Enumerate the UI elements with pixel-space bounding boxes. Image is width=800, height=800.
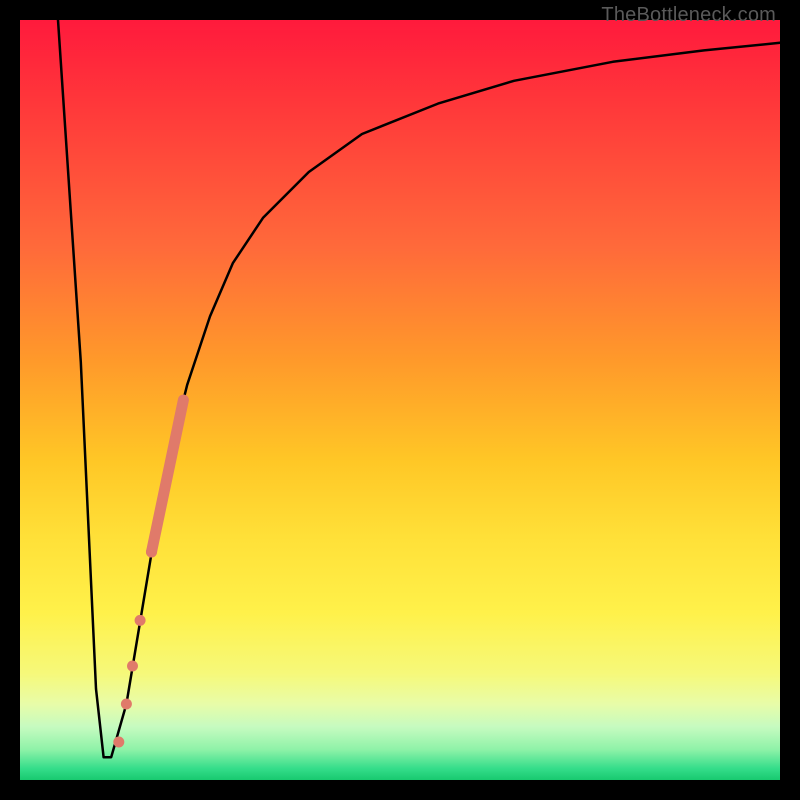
- highlight-dot: [113, 737, 124, 748]
- highlight-dot: [135, 615, 146, 626]
- watermark-text: TheBottleneck.com: [601, 4, 776, 27]
- chart-frame: TheBottleneck.com: [0, 0, 800, 800]
- highlight-dot: [121, 699, 132, 710]
- bottleneck-curve: [58, 20, 780, 757]
- highlight-dot: [146, 547, 157, 558]
- highlight-band: [151, 400, 183, 552]
- highlight-dot: [127, 661, 138, 672]
- chart-svg: [20, 20, 780, 780]
- chart-plot-area: [20, 20, 780, 780]
